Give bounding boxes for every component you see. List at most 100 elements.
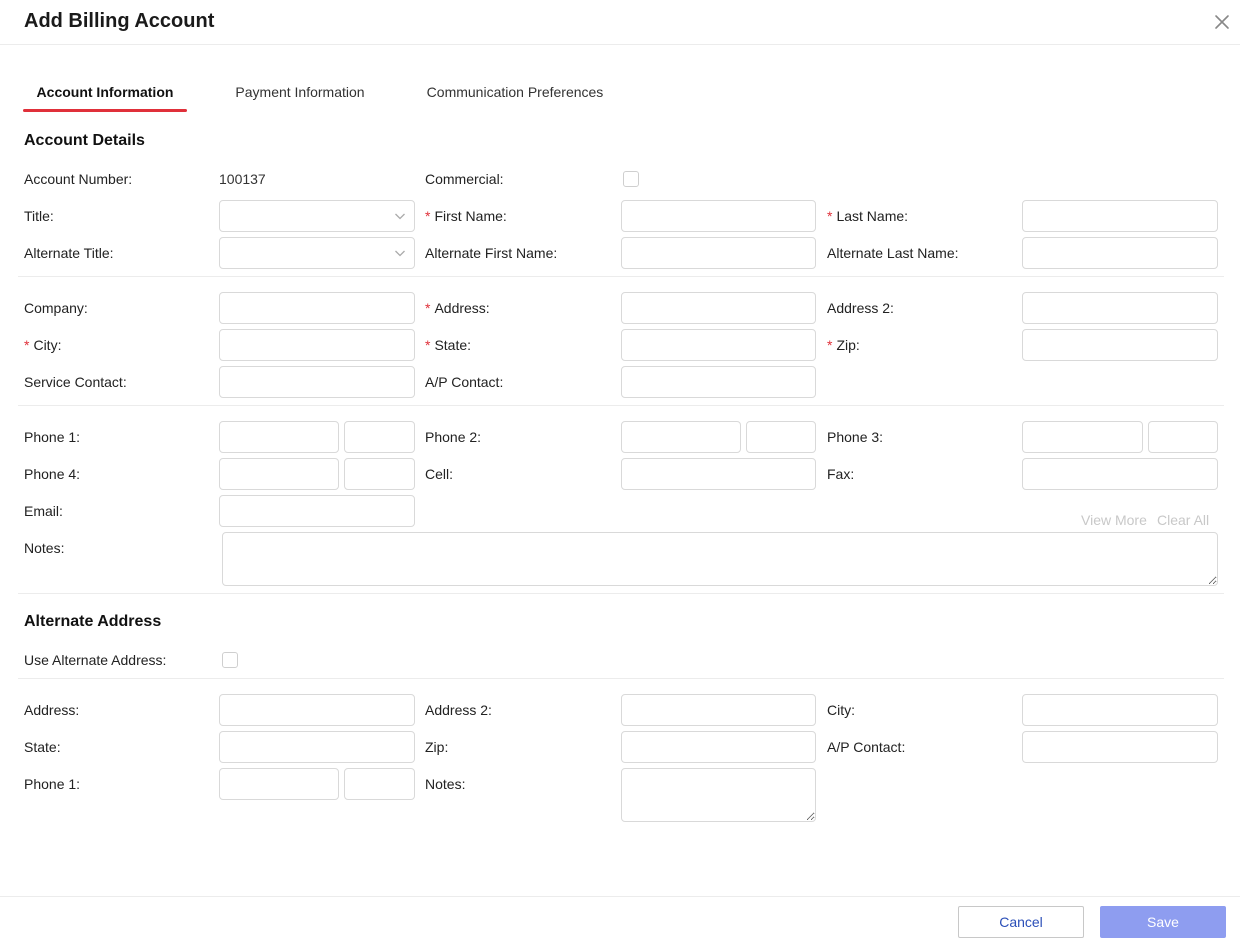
alt-phone1-input[interactable] [219, 768, 339, 800]
alt-state-input[interactable] [219, 731, 415, 763]
section-title-account-details: Account Details [24, 132, 145, 149]
address-label: * Address: [425, 299, 490, 317]
last-name-label-text: Last Name: [836, 208, 909, 224]
phone3-label: Phone 3: [827, 429, 884, 445]
service-contact-input[interactable] [219, 366, 415, 398]
phone2-input[interactable] [621, 421, 741, 453]
last-name-label: * Last Name: [827, 207, 908, 225]
email-input[interactable] [219, 495, 415, 527]
company-label: Company: [24, 300, 88, 316]
required-marker: * [425, 300, 431, 316]
use-alternate-address-checkbox[interactable] [222, 652, 238, 668]
divider [18, 276, 1224, 277]
zip-input[interactable] [1022, 329, 1218, 361]
alt-zip-label: Zip: [425, 739, 449, 755]
address-label-text: Address: [434, 300, 490, 316]
tab-payment-information[interactable]: Payment Information [220, 76, 380, 112]
dialog-footer: Cancel Save [0, 896, 1240, 947]
tab-communication-preferences[interactable]: Communication Preferences [416, 76, 614, 112]
account-number-value: 100137 [219, 171, 266, 187]
required-marker: * [827, 208, 833, 224]
city-label-text: City: [33, 337, 62, 353]
alt-state-label: State: [24, 739, 61, 755]
cancel-button[interactable]: Cancel [958, 906, 1084, 938]
last-name-input[interactable] [1022, 200, 1218, 232]
state-label: * State: [425, 336, 471, 354]
notes-label: Notes: [24, 540, 65, 556]
alt-address2-input[interactable] [621, 694, 816, 726]
alternate-last-name-input[interactable] [1022, 237, 1218, 269]
alt-notes-textarea[interactable] [621, 768, 816, 822]
alternate-title-label: Alternate Title: [24, 245, 114, 261]
chevron-down-icon [395, 250, 405, 257]
divider [18, 593, 1224, 594]
phone1-label: Phone 1: [24, 429, 81, 445]
divider [18, 678, 1224, 679]
section-title-alternate-address: Alternate Address [24, 613, 162, 630]
zip-label-text: Zip: [836, 337, 860, 353]
alt-phone1-label: Phone 1: [24, 776, 81, 792]
phone4-input[interactable] [219, 458, 339, 490]
phone4-ext-input[interactable] [344, 458, 415, 490]
divider [18, 405, 1224, 406]
state-label-text: State: [434, 337, 472, 353]
dialog-title: Add Billing Account [24, 10, 215, 32]
alt-city-input[interactable] [1022, 694, 1218, 726]
tab-label: Account Information [36, 84, 174, 100]
required-marker: * [425, 337, 431, 353]
fax-label: Fax: [827, 466, 855, 482]
cell-label: Cell: [425, 466, 454, 482]
required-marker: * [827, 337, 833, 353]
first-name-input[interactable] [621, 200, 816, 232]
cell-input[interactable] [621, 458, 816, 490]
account-number-label: Account Number: [24, 171, 133, 187]
city-input[interactable] [219, 329, 415, 361]
use-alternate-address-label: Use Alternate Address: [24, 652, 167, 668]
commercial-checkbox[interactable] [623, 171, 639, 187]
save-button[interactable]: Save [1100, 906, 1226, 938]
close-icon[interactable] [1212, 12, 1232, 32]
alt-phone1-ext-input[interactable] [344, 768, 415, 800]
tab-label: Communication Preferences [426, 84, 604, 100]
alt-address2-label: Address 2: [425, 702, 492, 718]
dialog-header: Add Billing Account [0, 0, 1240, 45]
phone1-ext-input[interactable] [344, 421, 415, 453]
address2-label: Address 2: [827, 300, 894, 316]
alternate-first-name-input[interactable] [621, 237, 816, 269]
phone1-input[interactable] [219, 421, 339, 453]
email-label: Email: [24, 503, 63, 519]
notes-textarea[interactable] [222, 532, 1218, 586]
alt-city-label: City: [827, 702, 855, 718]
title-label: Title: [24, 208, 54, 224]
phone3-input[interactable] [1022, 421, 1143, 453]
view-more-link[interactable]: View More [1081, 512, 1147, 528]
tab-account-information[interactable]: Account Information [23, 76, 187, 112]
address2-input[interactable] [1022, 292, 1218, 324]
title-select[interactable] [219, 200, 415, 232]
phone2-ext-input[interactable] [746, 421, 816, 453]
clear-all-link[interactable]: Clear All [1157, 512, 1209, 528]
alternate-title-select[interactable] [219, 237, 415, 269]
ap-contact-input[interactable] [621, 366, 816, 398]
address-input[interactable] [621, 292, 816, 324]
commercial-label: Commercial: [425, 171, 504, 187]
alt-notes-label: Notes: [425, 776, 466, 792]
city-label: * City: [24, 336, 61, 354]
tab-label: Payment Information [235, 84, 365, 100]
fax-input[interactable] [1022, 458, 1218, 490]
alt-address-input[interactable] [219, 694, 415, 726]
required-marker: * [24, 337, 30, 353]
state-input[interactable] [621, 329, 816, 361]
phone4-label: Phone 4: [24, 466, 81, 482]
alt-ap-contact-label: A/P Contact: [827, 739, 906, 755]
company-input[interactable] [219, 292, 415, 324]
first-name-label-text: First Name: [434, 208, 507, 224]
alt-address-label: Address: [24, 702, 80, 718]
alt-ap-contact-input[interactable] [1022, 731, 1218, 763]
chevron-down-icon [395, 213, 405, 220]
phone3-ext-input[interactable] [1148, 421, 1218, 453]
alternate-last-name-label: Alternate Last Name: [827, 245, 959, 261]
ap-contact-label: A/P Contact: [425, 374, 504, 390]
first-name-label: * First Name: [425, 207, 507, 225]
alt-zip-input[interactable] [621, 731, 816, 763]
